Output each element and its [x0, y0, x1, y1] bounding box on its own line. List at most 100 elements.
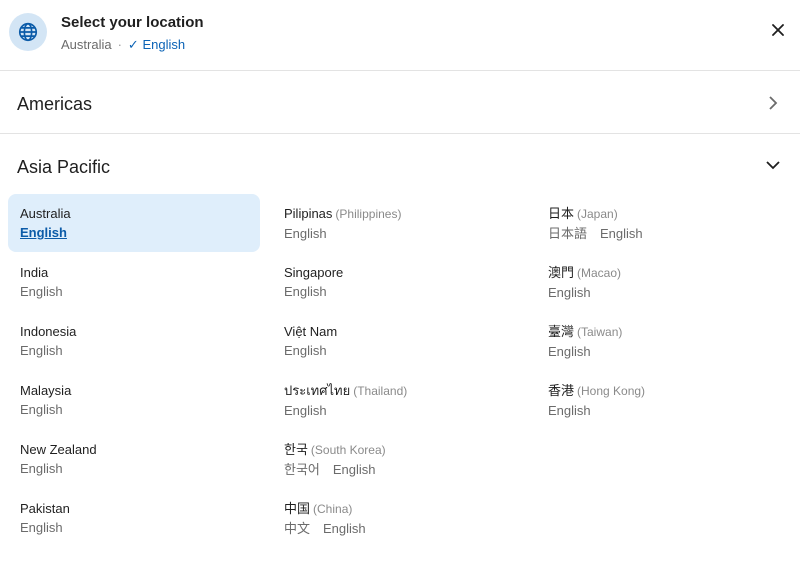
country-name: Singapore [284, 264, 512, 281]
language-link[interactable]: English [548, 344, 591, 359]
country-label: 한국 [284, 442, 308, 457]
region-title-americas: Americas [17, 94, 93, 114]
country-name: Việt Nam [284, 323, 512, 340]
country-option[interactable]: 香港 (Hong Kong) English [536, 371, 788, 429]
country-label: Indonesia [20, 324, 77, 339]
language-list: English [20, 223, 248, 242]
language-link[interactable]: English [548, 403, 591, 418]
language-list: English [20, 400, 248, 419]
country-english-name: (South Korea) [310, 443, 386, 457]
language-list: English [548, 401, 776, 420]
country-label: 香港 [548, 383, 575, 398]
language-list: English [284, 224, 512, 243]
country-name: Malaysia [20, 382, 248, 399]
country-label: Pilipinas [284, 206, 333, 221]
country-name: 臺灣 (Taiwan) [548, 323, 776, 341]
language-link[interactable]: English [600, 226, 643, 241]
language-link[interactable]: English [20, 225, 67, 240]
country-name: 澳門 (Macao) [548, 264, 776, 282]
language-list: English [284, 401, 512, 420]
country-english-name: (China) [313, 502, 353, 516]
language-link[interactable]: English [20, 284, 63, 299]
country-option[interactable]: India English [8, 253, 260, 311]
country-option[interactable]: 한국 (South Korea) 한국어 English [272, 430, 524, 488]
language-link[interactable]: English [284, 284, 327, 299]
country-english-name: (Thailand) [353, 384, 408, 398]
country-option[interactable]: Singapore English [272, 253, 524, 311]
region-americas[interactable]: Americas [0, 71, 800, 134]
country-option[interactable]: 中国 (China) 中文 English [272, 489, 524, 547]
country-label: Pakistan [20, 501, 70, 516]
language-link[interactable]: 한국어 [284, 462, 320, 477]
country-name: ประเทศไทย (Thailand) [284, 382, 512, 400]
country-english-name: (Hong Kong) [577, 384, 646, 398]
language-list: English [20, 282, 248, 301]
country-label: New Zealand [20, 442, 97, 457]
country-name: Australia [20, 205, 248, 222]
country-name: 한국 (South Korea) [284, 441, 512, 459]
current-selection: Australia · ✓ English [61, 37, 185, 53]
country-name: 中国 (China) [284, 500, 512, 518]
region-asia-pacific[interactable]: Asia Pacific [0, 134, 800, 194]
language-link[interactable]: 中文 [284, 521, 310, 536]
country-label: Malaysia [20, 383, 72, 398]
country-option[interactable]: 澳門 (Macao) English [536, 253, 788, 311]
dialog-title: Select your location [61, 14, 204, 31]
country-label: Australia [20, 206, 71, 221]
chevron-down-icon [766, 158, 780, 172]
separator: · [117, 37, 122, 52]
location-dialog-header: Select your location Australia · ✓ English [0, 0, 800, 71]
country-option[interactable]: Pilipinas (Philippines) English [272, 194, 524, 252]
check-icon: ✓ [127, 37, 139, 52]
language-link[interactable]: English [323, 521, 366, 536]
language-link[interactable]: English [284, 226, 327, 241]
country-label: Singapore [284, 265, 344, 280]
language-list: 한국어 English [284, 460, 512, 479]
language-list: 日本語 English [548, 224, 776, 243]
chevron-right-icon [766, 96, 780, 110]
country-label: Việt Nam [284, 324, 338, 339]
country-name: New Zealand [20, 441, 248, 458]
current-language: English [142, 37, 186, 52]
country-option[interactable]: 日本 (Japan) 日本語 English [536, 194, 788, 252]
language-link[interactable]: 日本語 [548, 226, 587, 241]
country-name: 香港 (Hong Kong) [548, 382, 776, 400]
country-english-name: (Japan) [577, 207, 618, 221]
language-link[interactable]: English [284, 343, 327, 358]
country-option[interactable]: Australia English [8, 194, 260, 252]
country-english-name: (Philippines) [335, 207, 402, 221]
country-label: 臺灣 [548, 324, 575, 339]
country-option[interactable]: New Zealand English [8, 430, 260, 488]
language-link[interactable]: English [20, 402, 63, 417]
country-option[interactable]: ประเทศไทย (Thailand) English [272, 371, 524, 429]
current-country: Australia [61, 37, 112, 52]
globe-icon [9, 13, 47, 51]
country-label: 澳門 [548, 265, 575, 280]
language-link[interactable]: English [548, 285, 591, 300]
language-link[interactable]: English [333, 462, 376, 477]
language-link[interactable]: English [20, 520, 63, 535]
country-option[interactable]: Pakistan English [8, 489, 260, 547]
country-option[interactable]: Indonesia English [8, 312, 260, 370]
country-english-name: (Taiwan) [577, 325, 623, 339]
country-name: India [20, 264, 248, 281]
language-list: English [548, 283, 776, 302]
language-list: English [284, 282, 512, 301]
close-icon[interactable] [770, 22, 786, 38]
language-link[interactable]: English [20, 343, 63, 358]
language-list: 中文 English [284, 519, 512, 538]
country-name: Pakistan [20, 500, 248, 517]
language-link[interactable]: English [20, 461, 63, 476]
region-title-asia-pacific: Asia Pacific [17, 157, 111, 177]
country-label: India [20, 265, 49, 280]
country-option[interactable]: Việt Nam English [272, 312, 524, 370]
country-label: 中国 [284, 501, 311, 516]
country-name: Pilipinas (Philippines) [284, 205, 512, 223]
country-option[interactable]: 臺灣 (Taiwan) English [536, 312, 788, 370]
language-list: English [20, 341, 248, 360]
country-label: ประเทศไทย [284, 383, 351, 398]
language-link[interactable]: English [284, 403, 327, 418]
country-name: Indonesia [20, 323, 248, 340]
country-option[interactable]: Malaysia English [8, 371, 260, 429]
language-list: English [20, 518, 248, 537]
